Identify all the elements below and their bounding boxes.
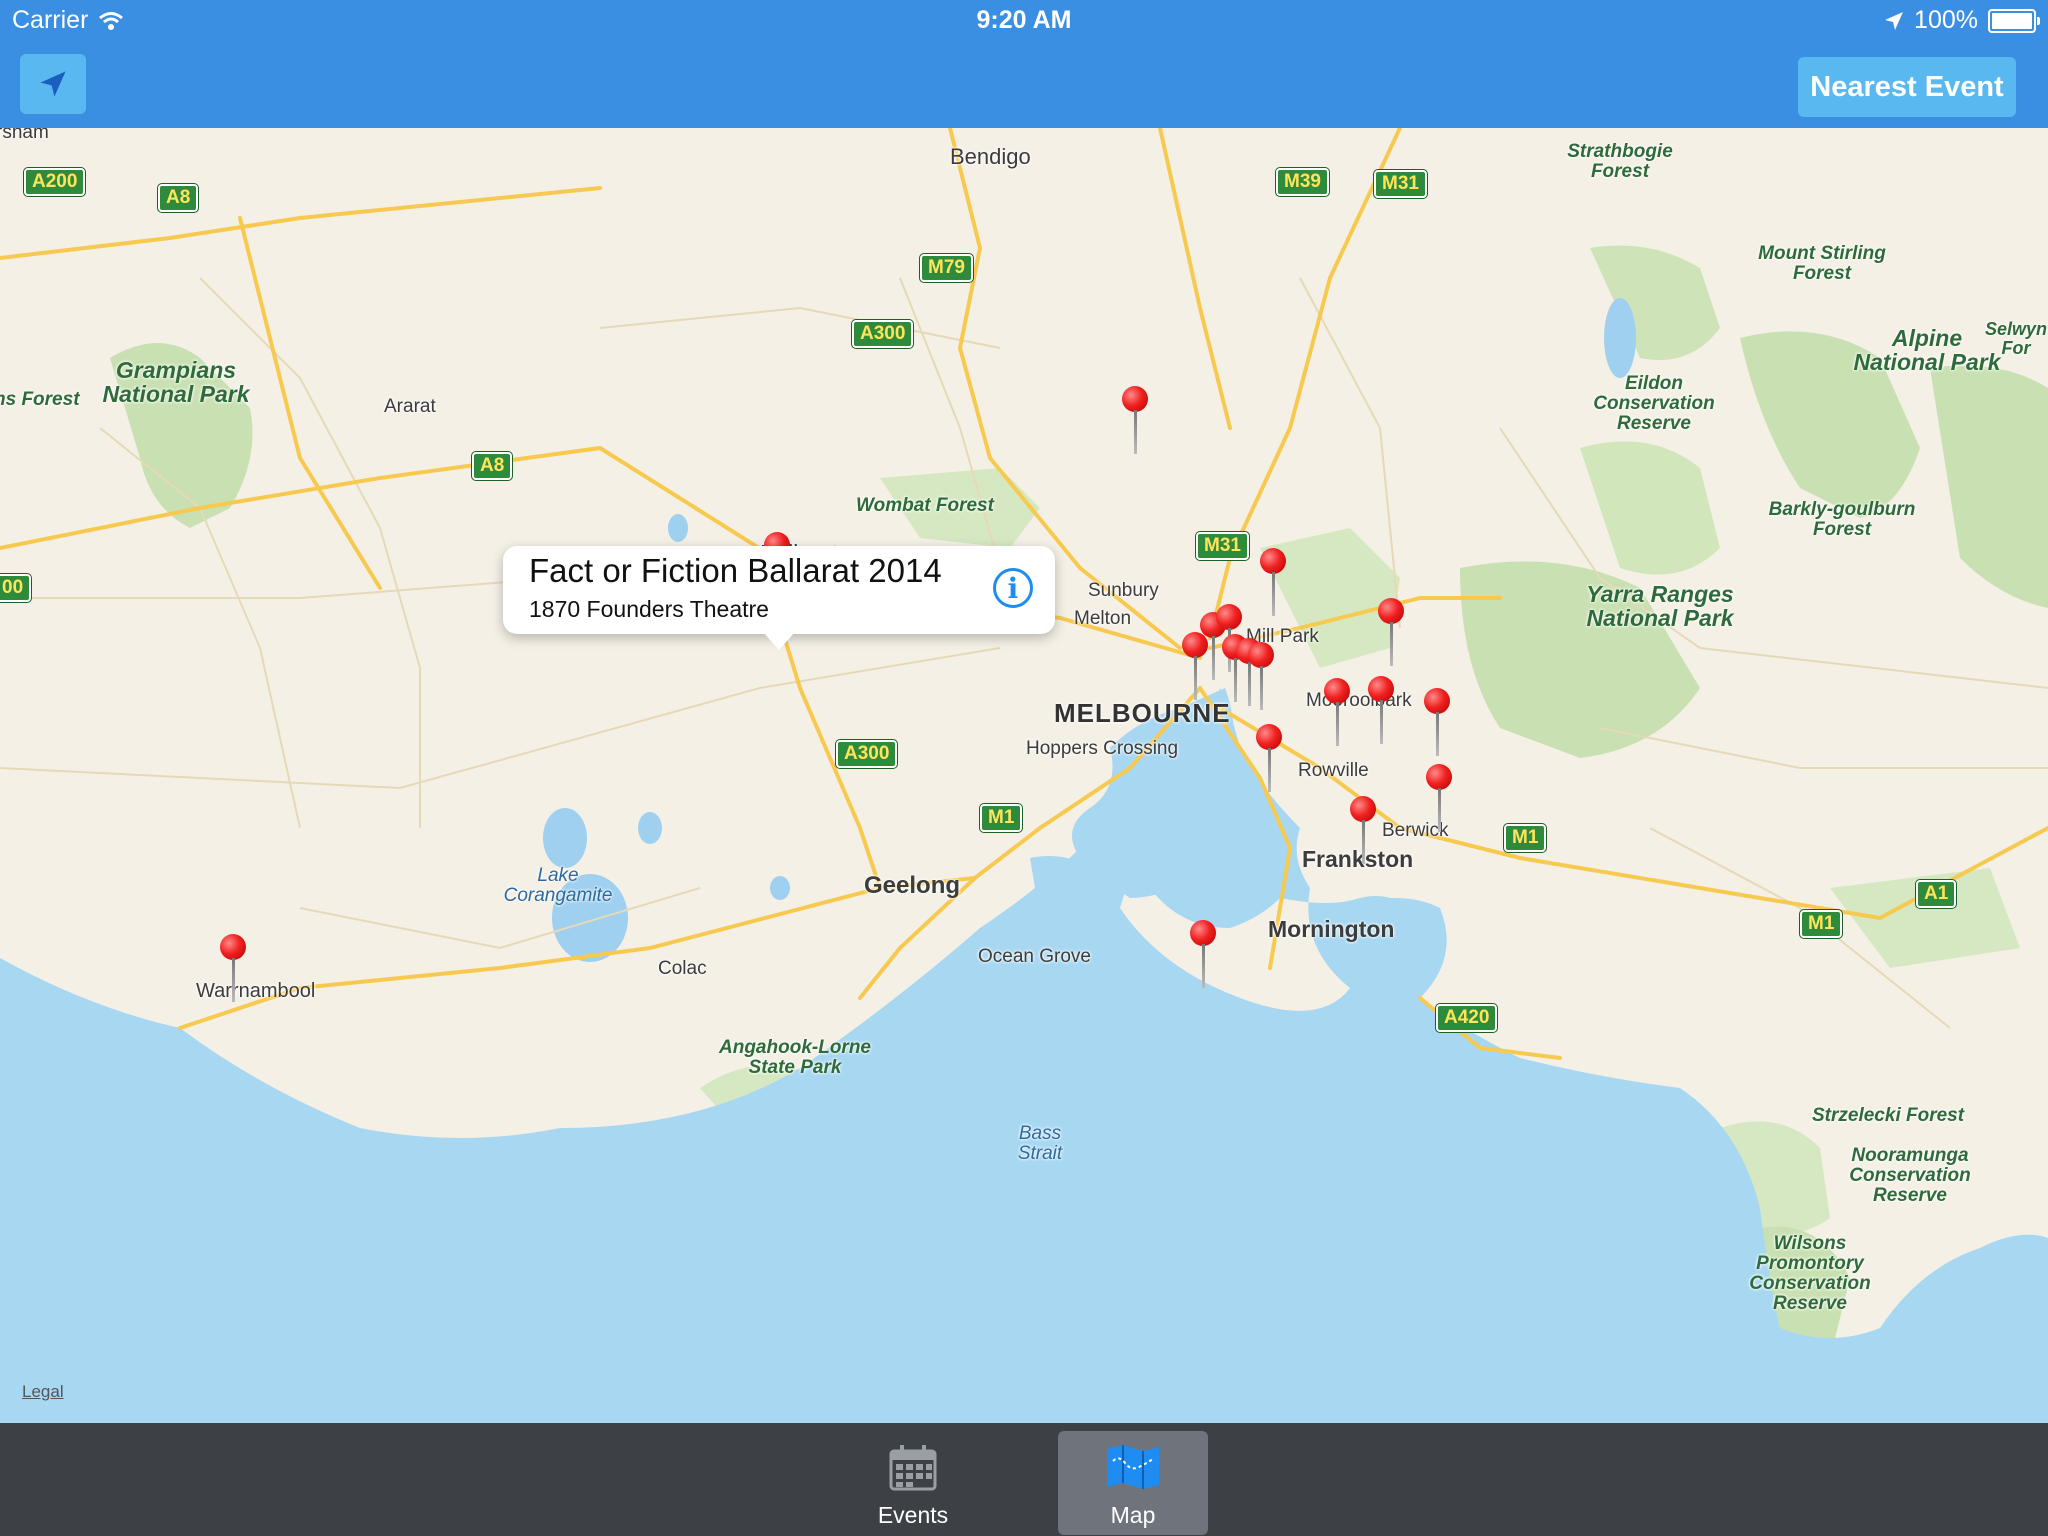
tab-bar: Events Map: [0, 1423, 2048, 1536]
town-label-rsham: rsham: [0, 128, 49, 143]
event-callout[interactable]: Fact or Fiction Ballarat 2014 1870 Found…: [503, 546, 1055, 650]
road-shield-a1: A1: [1914, 879, 1958, 909]
event-pin-warrnambool[interactable]: [220, 934, 248, 1004]
town-label-sunbury: Sunbury: [1088, 580, 1159, 601]
tab-map[interactable]: Map: [1058, 1431, 1208, 1535]
park-label-ns-forest: ns Forest: [0, 389, 80, 410]
event-pin-dandenong[interactable]: [1350, 796, 1378, 866]
tab-events[interactable]: Events: [838, 1431, 988, 1535]
top-bar: Carrier 9:20 AM 100% Nearest Event: [0, 0, 2048, 128]
road-shield-m1-east: M1: [1502, 823, 1548, 853]
battery-icon: [1988, 8, 2040, 33]
park-label-yarra-ranges: Yarra Ranges National Park: [1586, 581, 1734, 632]
info-icon[interactable]: i: [993, 568, 1033, 608]
map-icon: [1107, 1445, 1159, 1489]
park-label-nooramunga: Nooramunga Conservation Reserve: [1849, 1145, 1971, 1206]
event-pin-ringwood[interactable]: [1368, 676, 1396, 746]
road-shield-a420: A420: [1434, 1003, 1499, 1033]
event-pin-belgrave[interactable]: [1426, 764, 1454, 834]
event-pin-yarra-glen[interactable]: [1378, 598, 1406, 668]
road-shield-a300-south: A300: [834, 739, 899, 769]
road-shield-a8: A8: [156, 183, 200, 213]
park-label-eildon: Eildon Conservation Reserve: [1593, 373, 1715, 434]
water-label-corangamite: Lake Corangamite: [503, 865, 613, 906]
road-shield-m39: M39: [1275, 167, 1330, 197]
battery-percent: 100%: [1914, 6, 1978, 34]
town-label-geelong: Geelong: [864, 872, 961, 899]
park-label-selwyn: Selwyn For: [1984, 319, 2048, 358]
event-pin-brighton[interactable]: [1256, 724, 1284, 794]
location-arrow-icon: [1885, 11, 1904, 30]
road-shield-m31: M31: [1373, 169, 1428, 199]
road-shield-m79: M79: [919, 253, 974, 283]
road-shield-edge: 00: [0, 573, 33, 603]
town-label-ocean-grove: Ocean Grove: [978, 946, 1091, 967]
nearest-event-button[interactable]: Nearest Event: [1798, 57, 2016, 117]
tab-map-label: Map: [1110, 1502, 1156, 1528]
road-shield-a8-west: A8: [470, 451, 514, 481]
event-pin-melbourne-cbd-6[interactable]: [1248, 642, 1276, 712]
town-label-ararat: Ararat: [384, 396, 436, 417]
calendar-icon: [889, 1445, 937, 1491]
legal-link[interactable]: Legal: [22, 1382, 64, 1402]
road-shield-m1-geelong: M1: [978, 803, 1024, 833]
town-label-melbourne: MELBOURNE: [1054, 698, 1231, 728]
locate-me-button[interactable]: [20, 54, 86, 114]
park-label-wombat: Wombat Forest: [856, 495, 994, 516]
town-label-warrnambool: Warrnambool: [196, 980, 316, 1002]
town-label-bendigo: Bendigo: [950, 144, 1031, 169]
map-view[interactable]: A200 A8 M79 A300 M39 M31 A8 M31 A300 M1 …: [0, 128, 2048, 1423]
town-label-hoppers-crossing: Hoppers Crossing: [1026, 738, 1179, 759]
park-label-strathbogie: Strathbogie Forest: [1567, 141, 1673, 182]
road-shield-a200: A200: [22, 167, 87, 197]
town-label-mornington: Mornington: [1268, 916, 1395, 942]
road-shield-a300: A300: [850, 319, 915, 349]
map-base: [0, 128, 2048, 1423]
event-pin-lilydale[interactable]: [1424, 688, 1452, 758]
status-right: 100%: [1884, 6, 2040, 35]
town-label-rowville: Rowville: [1298, 760, 1369, 781]
event-pin-rosebud[interactable]: [1190, 920, 1218, 990]
park-label-strzelecki: Strzelecki Forest: [1812, 1105, 1965, 1126]
callout-title: Fact or Fiction Ballarat 2014: [529, 552, 942, 589]
road-shield-m31-north: M31: [1195, 531, 1250, 561]
event-pin-kyneton[interactable]: [1122, 386, 1150, 456]
town-label-melton: Melton: [1074, 608, 1132, 629]
callout-subtitle: 1870 Founders Theatre: [529, 596, 769, 622]
park-label-mount-stirling: Mount Stirling Forest: [1758, 243, 1886, 284]
park-label-angahook: Angahook-Lorne State Park: [719, 1037, 871, 1078]
park-label-wilsons: Wilsons Promontory Conservation Reserve: [1749, 1233, 1871, 1314]
water-label-bass-strait: Bass Strait: [1017, 1123, 1063, 1164]
park-label-barkly: Barkly-goulburn Forest: [1768, 499, 1916, 540]
town-label-colac: Colac: [658, 958, 707, 979]
road-shield-m1-far-east: M1: [1798, 909, 1844, 939]
status-time: 9:20 AM: [976, 6, 1072, 34]
event-pin-mill-park[interactable]: [1260, 548, 1288, 618]
location-arrow-icon: [40, 71, 66, 97]
tab-events-label: Events: [877, 1502, 949, 1528]
event-pin-box-hill[interactable]: [1324, 678, 1352, 748]
park-label-grampians: Grampians National Park: [102, 357, 250, 408]
